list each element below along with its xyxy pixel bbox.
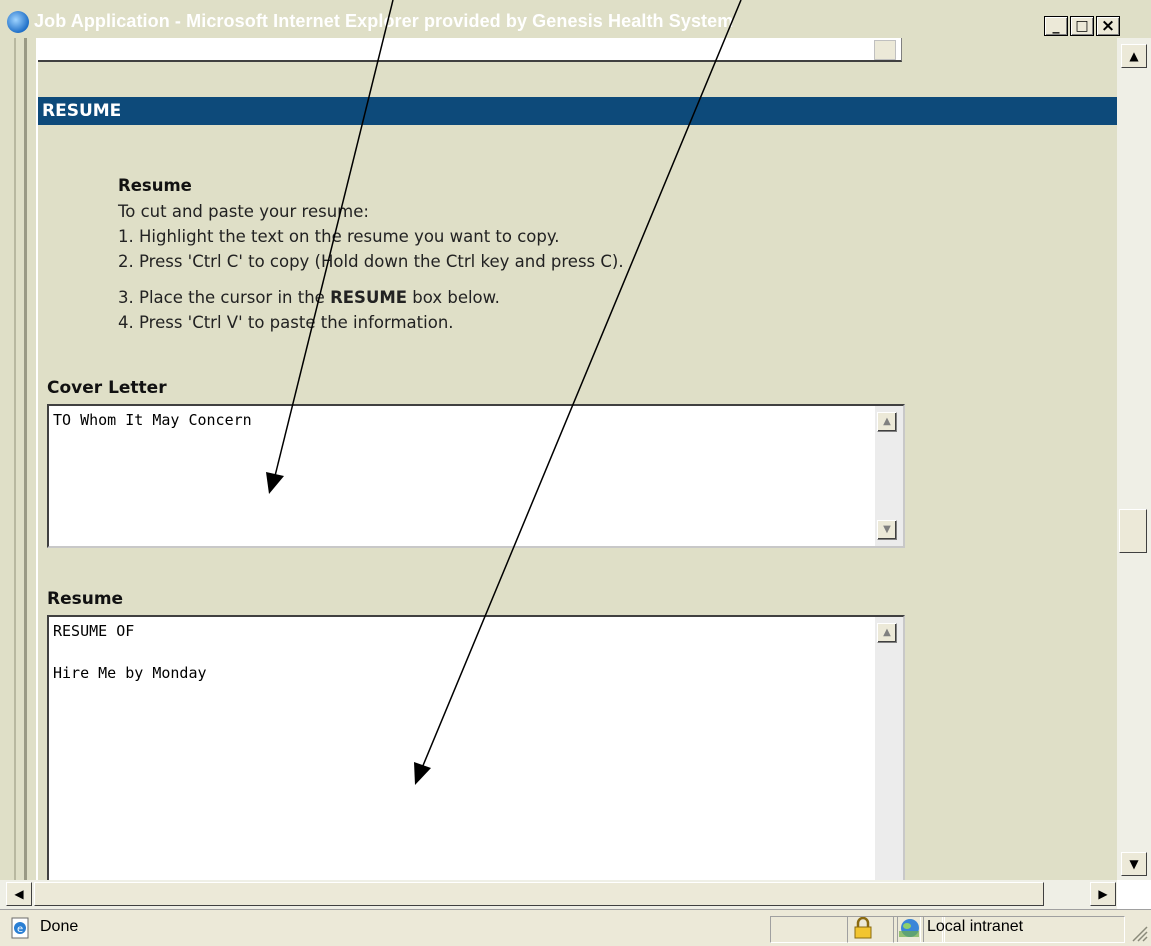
instruction-step: 1. Highlight the text on the resume you …: [118, 227, 560, 246]
resume-text: RESUME OF Hire Me by Monday: [53, 622, 207, 682]
close-button[interactable]: ×: [1096, 16, 1120, 36]
horizontal-scroll-thumb[interactable]: [34, 882, 1044, 906]
window-title: Job Application - Microsoft Internet Exp…: [34, 11, 734, 31]
scroll-up-arrow-icon[interactable]: ▲: [1121, 44, 1147, 68]
left-divider: [36, 38, 38, 880]
minimize-button[interactable]: _: [1044, 16, 1068, 36]
cover-letter-textarea[interactable]: TO Whom It May Concern ▲ ▼: [47, 404, 905, 548]
vertical-scroll-thumb[interactable]: [1119, 509, 1147, 553]
resume-textarea[interactable]: RESUME OF Hire Me by Monday ▲: [47, 615, 905, 885]
resize-grip-icon[interactable]: [1128, 922, 1148, 942]
scroll-down-arrow-icon[interactable]: ▼: [877, 520, 897, 540]
security-zone-text: Local intranet: [927, 918, 1024, 935]
window-vertical-scrollbar[interactable]: [1117, 38, 1151, 880]
instructions-intro: To cut and paste your resume:: [118, 202, 369, 221]
scroll-up-arrow-icon[interactable]: ▲: [877, 623, 897, 643]
ie-logo-icon: [7, 11, 29, 33]
instructions-heading: Resume: [118, 176, 192, 195]
scroll-down-arrow-icon[interactable]: [874, 40, 896, 60]
maximize-button[interactable]: □: [1070, 16, 1094, 36]
svg-text:e: e: [17, 924, 23, 935]
padlock-icon[interactable]: [851, 916, 875, 939]
scroll-up-arrow-icon[interactable]: ▲: [877, 412, 897, 432]
ie-page-icon: e: [9, 917, 33, 939]
instruction-step-text: 3. Place the cursor in the: [118, 288, 331, 307]
previous-text-field[interactable]: [38, 38, 902, 62]
instruction-step: 3. Place the cursor in the RESUME box be…: [118, 288, 500, 307]
cover-letter-label: Cover Letter: [47, 378, 167, 398]
status-text: Done: [40, 918, 79, 935]
instruction-step-text: box below.: [407, 288, 500, 307]
scroll-down-arrow-icon[interactable]: ▼: [1121, 852, 1147, 876]
resume-label: Resume: [47, 589, 124, 609]
left-divider: [24, 38, 27, 880]
scroll-left-arrow-icon[interactable]: ◀: [6, 882, 32, 906]
instruction-step: 2. Press 'Ctrl C' to copy (Hold down the…: [118, 252, 624, 271]
instruction-step-bold: RESUME: [330, 288, 408, 307]
section-header: RESUME: [38, 97, 1117, 125]
intranet-globe-icon: [897, 917, 923, 939]
instruction-step: 4. Press 'Ctrl V' to paste the informati…: [118, 313, 454, 332]
cover-letter-text: TO Whom It May Concern: [53, 411, 252, 429]
resume-scrollbar[interactable]: [875, 617, 903, 885]
left-divider: [14, 38, 16, 880]
scroll-right-arrow-icon[interactable]: ▶: [1090, 882, 1116, 906]
